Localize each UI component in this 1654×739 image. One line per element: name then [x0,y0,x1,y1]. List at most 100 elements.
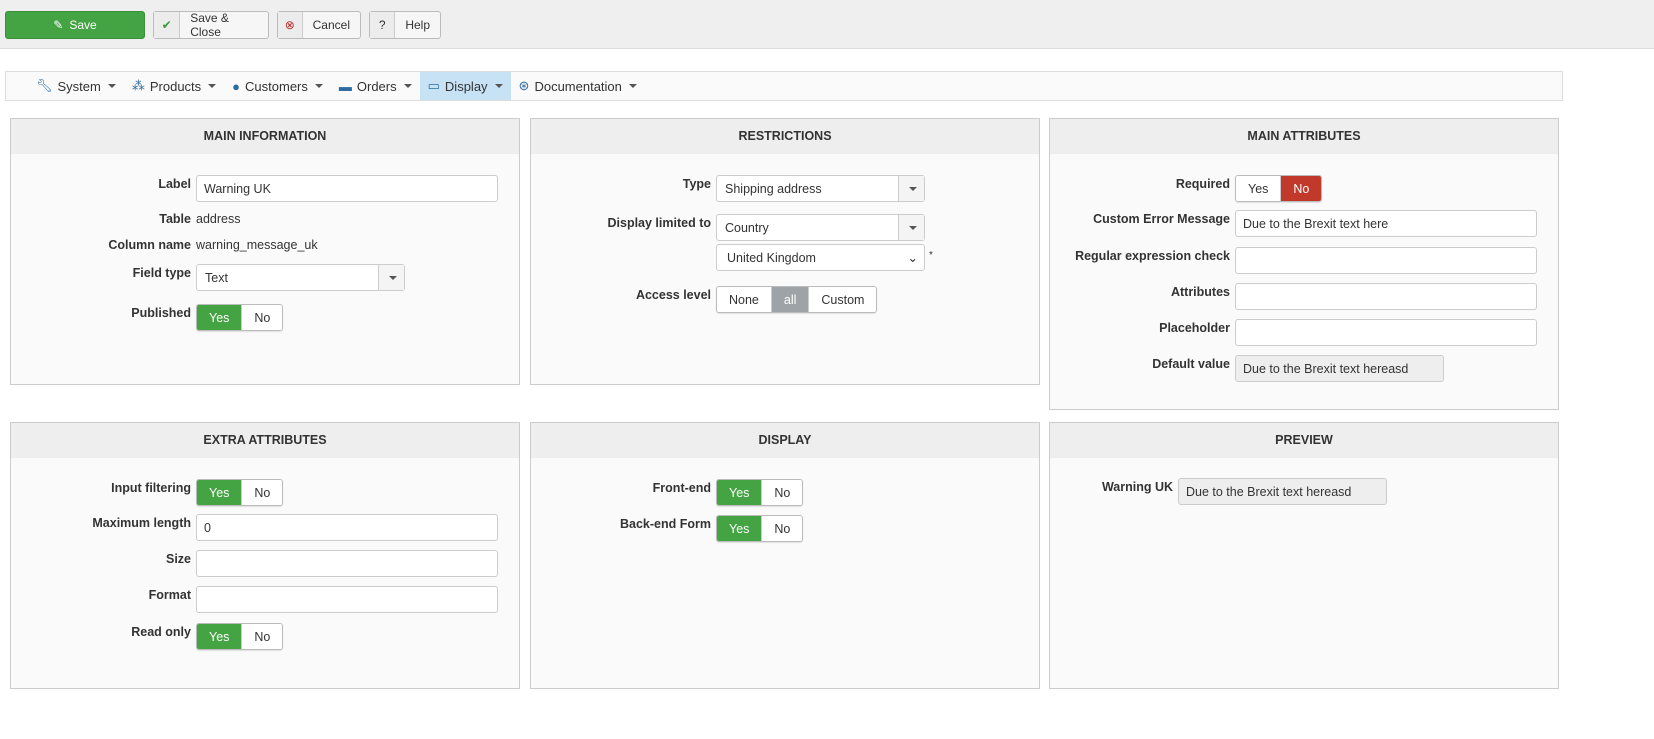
published-toggle[interactable]: Yes No [196,304,284,331]
regex-input[interactable] [1235,247,1537,274]
caret-icon [898,176,924,201]
back-end-no[interactable]: No [761,516,803,541]
main-attributes-panel: MAIN ATTRIBUTES Required Yes No Custom Err… [1049,118,1559,410]
nav-label: Display [444,78,488,94]
input-filtering-label: Input filtering [111,481,191,495]
regex-label: Regular expression check [1075,249,1230,263]
field-type-value: Text [205,270,228,285]
field-type-label: Field type [132,266,191,280]
front-end-no[interactable]: No [761,480,803,505]
attributes-input[interactable] [1235,283,1537,310]
column-name-value: warning_message_uk [196,238,318,252]
nav-label: Documentation [534,78,622,94]
size-input[interactable] [196,550,498,577]
published-yes[interactable]: Yes [197,305,242,330]
label-input[interactable]: Warning UK [196,175,498,202]
input-filtering-toggle[interactable]: Yes No [196,479,284,506]
display-panel: DISPLAY Front-end Yes No Back-end Form Yes N… [530,422,1040,689]
save-close-button[interactable]: ✔ Save & Close [153,11,269,39]
access-level-label: Access level [635,288,711,302]
back-end-toggle[interactable]: Yes No [716,515,804,542]
nav-system[interactable]: 🔧︎ System [28,72,124,100]
cubes-icon: ⁂ [131,78,145,93]
country-value: United Kingdom [727,250,816,265]
placeholder-input[interactable] [1235,319,1537,346]
preview-warning-input[interactable]: Due to the Brexit text hereasd [1178,478,1387,505]
extra-attributes-panel: EXTRA ATTRIBUTES Input filtering Yes No Ma… [10,422,520,689]
caret-icon [403,84,412,88]
input-filtering-yes[interactable]: Yes [197,480,242,505]
front-end-label: Front-end [652,481,711,495]
label-label: Label [158,177,191,191]
required-toggle[interactable]: Yes No [1235,175,1323,202]
display-limited-select[interactable]: Country [716,214,925,241]
required-marker: * [929,250,933,261]
nav-display[interactable]: ▭ Display [419,72,511,100]
published-no[interactable]: No [241,305,283,330]
table-label: Table [159,212,191,226]
read-only-label: Read only [131,625,191,639]
type-label: Type [682,177,711,191]
cancel-button[interactable]: ⊗ Cancel [277,11,361,39]
toolbar: ✎ Save ✔ Save & Close ⊗ Cancel ? Help [0,0,1654,49]
required-label: Required [1175,177,1230,191]
display-limited-value: Country [725,220,769,235]
field-type-select[interactable]: Text [196,264,405,291]
wrench-icon: 🔧︎ [36,78,53,93]
save-button[interactable]: ✎ Save [5,11,145,39]
custom-error-label: Custom Error Message [1093,212,1230,226]
panel-title: MAIN ATTRIBUTES [1050,119,1558,154]
nav-label: System [57,78,101,94]
format-label: Format [148,588,191,602]
caret-icon [898,215,924,240]
cancel-icon: ⊗ [278,12,303,38]
access-custom[interactable]: Custom [808,287,877,312]
restrictions-panel: RESTRICTIONS Type Shipping address Displa… [530,118,1040,385]
table-value: address [196,212,241,226]
nav-orders[interactable]: ▬ Orders [331,72,420,100]
custom-error-input[interactable]: Due to the Brexit text here [1235,210,1537,237]
nav-products[interactable]: ⁂ Products [124,72,224,100]
read-only-yes[interactable]: Yes [197,624,242,649]
required-yes[interactable]: Yes [1236,176,1281,201]
nav-label: Customers [245,78,308,94]
max-length-label: Maximum length [92,516,191,530]
nav-documentation[interactable]: ⊛ Documentation [511,72,645,100]
save-label: Save [69,18,97,32]
nav-label: Products [149,78,202,94]
panel-title: PREVIEW [1050,423,1558,458]
access-none[interactable]: None [717,287,771,312]
edit-icon: ✎ [53,18,64,32]
attributes-label: Attributes [1170,285,1230,299]
check-icon: ✔ [154,12,181,38]
default-value-label: Default value [1152,357,1230,371]
type-select[interactable]: Shipping address [716,175,925,202]
back-end-label: Back-end Form [620,517,711,531]
read-only-toggle[interactable]: Yes No [196,623,284,650]
type-value: Shipping address [725,181,822,196]
help-button[interactable]: ? Help [369,11,441,39]
read-only-no[interactable]: No [241,624,283,649]
caret-icon [107,84,116,88]
save-close-label: Save & Close [190,11,229,39]
preview-panel: PREVIEW Warning UK Due to the Brexit text… [1049,422,1559,689]
back-end-yes[interactable]: Yes [717,516,762,541]
front-end-toggle[interactable]: Yes No [716,479,804,506]
question-icon: ? [370,12,396,38]
access-level-toggle[interactable]: None all Custom [716,286,878,313]
max-length-input[interactable]: 0 [196,514,498,541]
country-select[interactable]: United Kingdom ⌄ [716,244,925,271]
size-label: Size [165,552,191,566]
caret-icon [378,265,404,290]
nav-customers[interactable]: ● Customers [224,72,331,100]
access-all[interactable]: all [770,287,809,312]
main-information-panel: MAIN INFORMATION Label Warning UK Table ad… [10,118,520,385]
default-value-input[interactable]: Due to the Brexit text hereasd [1235,355,1444,382]
caret-icon [628,84,637,88]
front-end-yes[interactable]: Yes [717,480,762,505]
required-no[interactable]: No [1280,176,1322,201]
format-input[interactable] [196,586,498,613]
input-filtering-no[interactable]: No [241,480,283,505]
monitor-icon: ▭ [427,78,440,93]
cancel-label: Cancel [312,18,350,32]
